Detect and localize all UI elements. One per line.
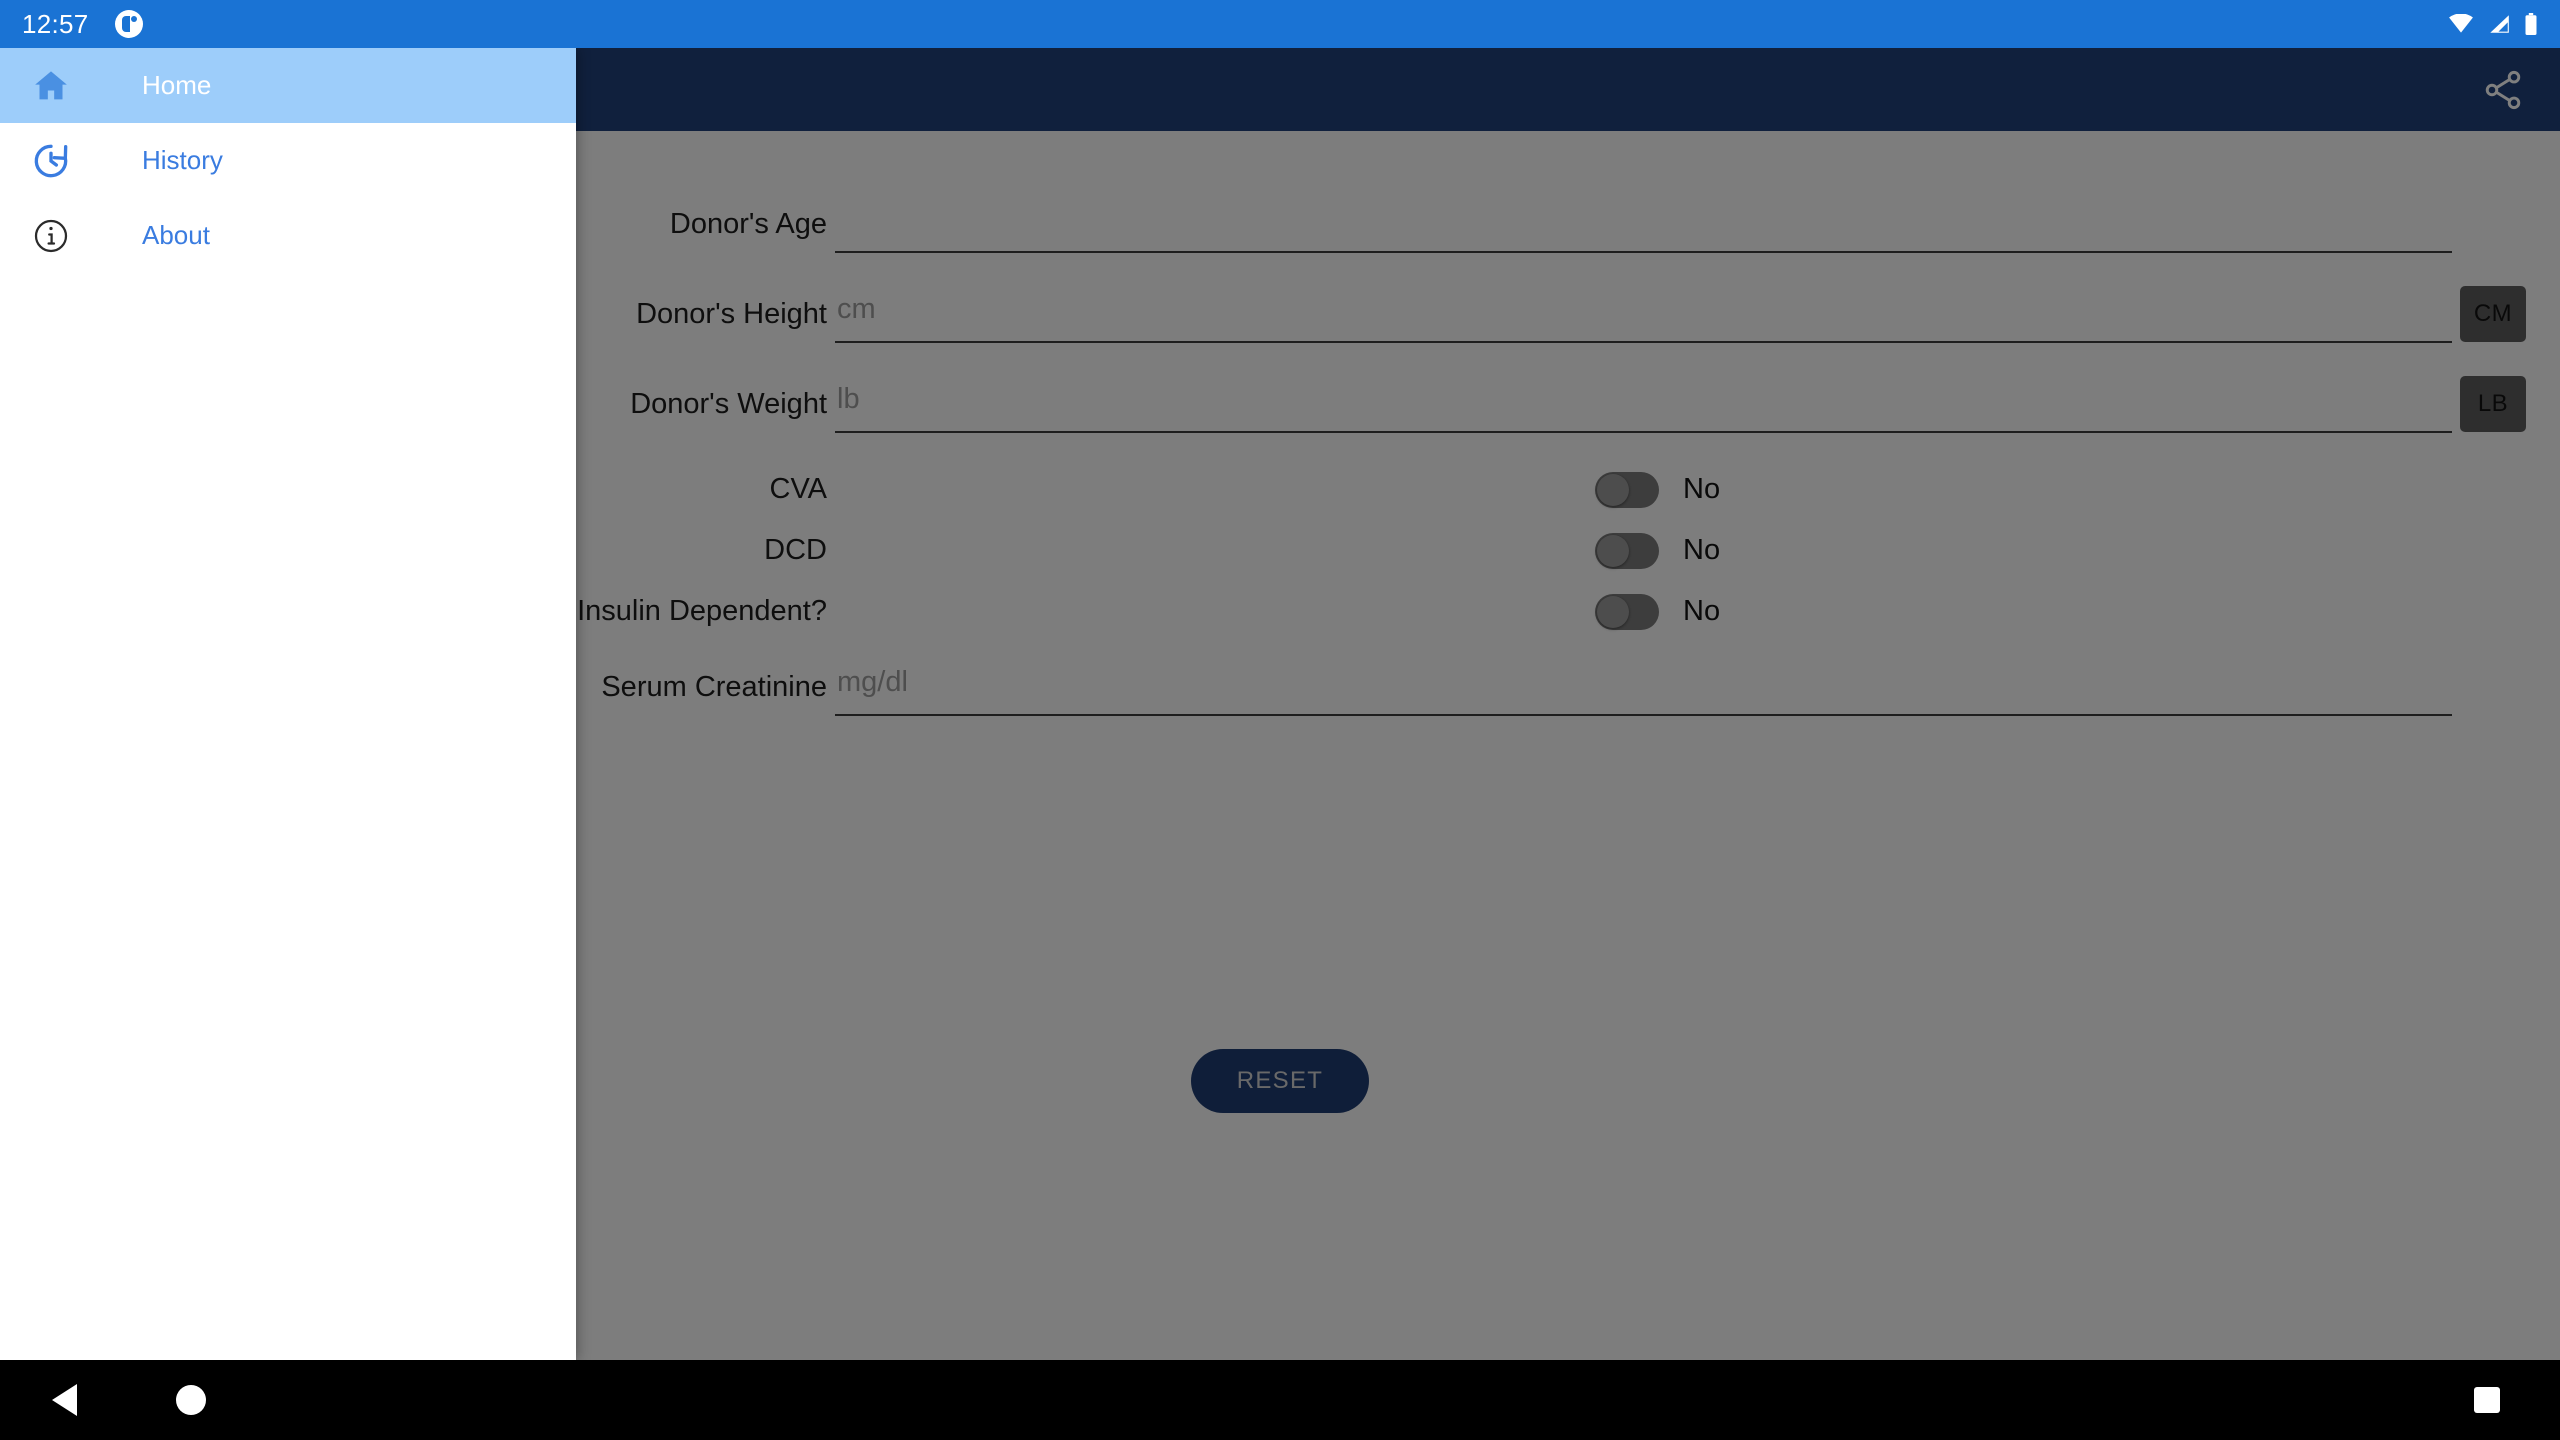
navigation-drawer: Home History About bbox=[0, 48, 576, 1360]
battery-icon bbox=[2524, 13, 2538, 35]
status-icons bbox=[2448, 13, 2538, 35]
history-icon bbox=[22, 132, 80, 190]
drawer-item-home[interactable]: Home bbox=[0, 48, 576, 123]
drawer-item-about[interactable]: About bbox=[0, 198, 576, 273]
android-navigation-bar bbox=[0, 1360, 2560, 1440]
app-logo-icon bbox=[114, 10, 143, 38]
status-clock: 12:57 bbox=[22, 8, 89, 39]
drawer-item-label-history: History bbox=[142, 145, 223, 175]
drawer-item-history[interactable]: History bbox=[0, 123, 576, 198]
drawer-item-label-home: Home bbox=[142, 70, 212, 100]
android-screen: 12:57 cm lb mg/dl Home History About bbox=[0, 0, 2560, 1440]
drawer-item-label-about: About bbox=[142, 220, 210, 250]
recents-square-icon[interactable] bbox=[2474, 1387, 2500, 1413]
app-scaffold: Donor's Age Donor's Height CM Donor's We… bbox=[0, 48, 2560, 1360]
wifi-icon bbox=[2448, 14, 2474, 34]
info-icon bbox=[22, 207, 80, 265]
status-bar: 12:57 bbox=[0, 0, 2560, 48]
cellular-signal-icon bbox=[2487, 14, 2511, 34]
home-circle-icon[interactable] bbox=[176, 1385, 206, 1415]
home-icon bbox=[22, 57, 80, 115]
back-triangle-icon[interactable] bbox=[52, 1384, 77, 1416]
